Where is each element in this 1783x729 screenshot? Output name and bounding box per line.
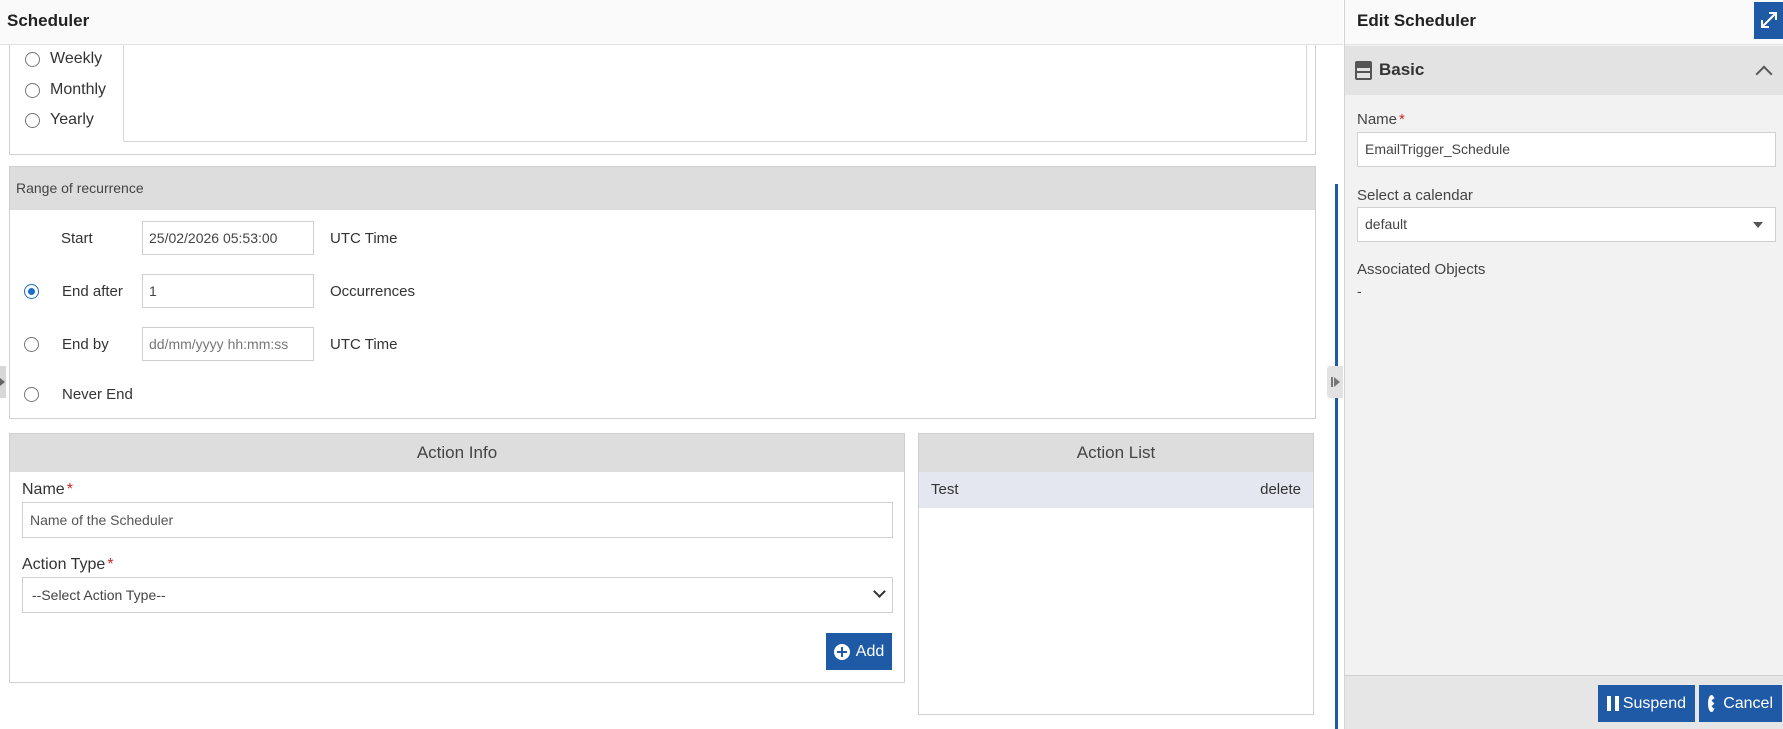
start-unit-label: UTC Time xyxy=(330,229,398,247)
edit-panel-header: Edit Scheduler xyxy=(1345,0,1783,45)
start-datetime-input[interactable]: 25/02/2026 05:53:00 xyxy=(142,221,314,255)
edit-panel-title: Edit Scheduler xyxy=(1357,11,1477,30)
action-type-select[interactable]: --Select Action Type-- xyxy=(22,577,893,613)
required-mark: * xyxy=(107,556,114,573)
associated-objects-label: Associated Objects xyxy=(1357,261,1486,278)
frequency-label: Weekly xyxy=(50,50,103,67)
action-name-label: Name * xyxy=(22,481,73,499)
expand-icon xyxy=(1761,12,1777,28)
required-mark: * xyxy=(66,481,73,498)
left-collapse-handle[interactable] xyxy=(0,366,6,398)
end-after-radio[interactable] xyxy=(24,283,39,299)
never-end-radio[interactable] xyxy=(24,386,39,402)
plus-circle-icon xyxy=(833,643,850,660)
edit-panel-footer: Suspend Cancel xyxy=(1345,675,1783,729)
action-info-title: Action Info xyxy=(10,434,904,472)
edit-scheduler-panel: Edit Scheduler Basic Name * EmailTrigger_… xyxy=(1344,0,1783,729)
scroll-indicator[interactable] xyxy=(1335,184,1338,729)
calendar-value: default xyxy=(1365,216,1408,232)
add-button-label: Add xyxy=(855,642,885,660)
collapse-bar-icon xyxy=(1331,377,1333,387)
yearly-radio[interactable] xyxy=(25,112,40,128)
scheduler-name-label-text: Name xyxy=(1357,111,1398,128)
calendar-select[interactable]: default xyxy=(1357,207,1776,242)
chevron-up-icon[interactable] xyxy=(1755,65,1773,83)
action-name-label-text: Name xyxy=(22,481,65,498)
scheduler-name-input[interactable]: EmailTrigger_Schedule xyxy=(1357,132,1776,167)
associated-objects-value: - xyxy=(1357,283,1362,299)
action-name-input[interactable]: Name of the Scheduler xyxy=(22,502,893,538)
occurrences-input[interactable]: 1 xyxy=(142,274,314,308)
required-mark: * xyxy=(1399,111,1405,128)
cancel-button[interactable]: Cancel xyxy=(1699,685,1782,722)
frequency-option-monthly[interactable]: Monthly xyxy=(25,81,106,99)
end-by-radio[interactable] xyxy=(24,336,39,352)
frequency-option-weekly[interactable]: Weekly xyxy=(25,50,102,68)
page-title: Scheduler xyxy=(7,11,90,30)
add-action-button[interactable]: Add xyxy=(826,633,892,670)
caret-down-icon xyxy=(1753,222,1763,228)
collapse-arrow-icon xyxy=(1334,377,1340,387)
delete-action-link[interactable]: delete xyxy=(1260,481,1301,498)
calendar-label: Select a calendar xyxy=(1357,187,1473,204)
pause-icon xyxy=(1607,696,1619,711)
chevron-down-icon xyxy=(873,585,886,598)
action-type-label: Action Type * xyxy=(22,556,114,574)
basic-section-title: Basic xyxy=(1379,60,1425,79)
close-circle-icon xyxy=(1708,695,1716,712)
recurrence-pattern-box: Weekly Monthly Yearly xyxy=(9,45,1316,155)
action-type-label-text: Action Type xyxy=(22,556,106,573)
expand-button[interactable] xyxy=(1754,2,1783,39)
cancel-label: Cancel xyxy=(1723,694,1773,712)
action-item-name: Test xyxy=(931,481,959,498)
range-end-by-row: End by dd/mm/yyyy hh:mm:ss UTC Time xyxy=(24,327,524,361)
main-header: Scheduler xyxy=(0,0,1343,45)
never-end-label: Never End xyxy=(62,385,133,403)
scheduler-main-area: Scheduler Weekly Monthly Yearly Range of… xyxy=(0,0,1343,729)
suspend-label: Suspend xyxy=(1622,694,1686,712)
form-icon xyxy=(1355,61,1372,80)
range-never-end-row: Never End xyxy=(24,377,524,411)
range-of-recurrence-panel: Range of recurrence Start 25/02/2026 05:… xyxy=(9,166,1316,419)
list-item[interactable]: Test delete xyxy=(919,472,1313,508)
weekly-radio[interactable] xyxy=(25,51,40,67)
frequency-label: Yearly xyxy=(50,111,94,128)
pattern-detail-panel xyxy=(123,45,1307,142)
frequency-label: Monthly xyxy=(50,81,107,98)
end-by-label: End by xyxy=(62,335,109,353)
suspend-button[interactable]: Suspend xyxy=(1598,685,1695,722)
frequency-option-yearly[interactable]: Yearly xyxy=(25,111,94,129)
action-info-panel: Action Info Name * Name of the Scheduler … xyxy=(9,433,905,683)
action-list-title: Action List xyxy=(919,434,1313,472)
end-by-unit-label: UTC Time xyxy=(330,335,398,353)
action-type-value: --Select Action Type-- xyxy=(32,587,166,603)
range-header: Range of recurrence xyxy=(10,167,1315,210)
occurrences-unit-label: Occurrences xyxy=(330,282,416,300)
basic-section-header[interactable]: Basic xyxy=(1345,46,1783,95)
action-list-panel: Action List Test delete xyxy=(918,433,1314,715)
panel-collapse-handle[interactable] xyxy=(1327,366,1343,398)
end-by-datetime-input[interactable]: dd/mm/yyyy hh:mm:ss xyxy=(142,327,314,361)
start-label: Start xyxy=(61,229,93,247)
range-start-row: Start 25/02/2026 05:53:00 UTC Time xyxy=(24,221,524,255)
scheduler-name-label: Name * xyxy=(1357,111,1405,128)
end-after-label: End after xyxy=(62,282,123,300)
monthly-radio[interactable] xyxy=(25,82,40,98)
range-end-after-row: End after 1 Occurrences xyxy=(24,274,524,308)
